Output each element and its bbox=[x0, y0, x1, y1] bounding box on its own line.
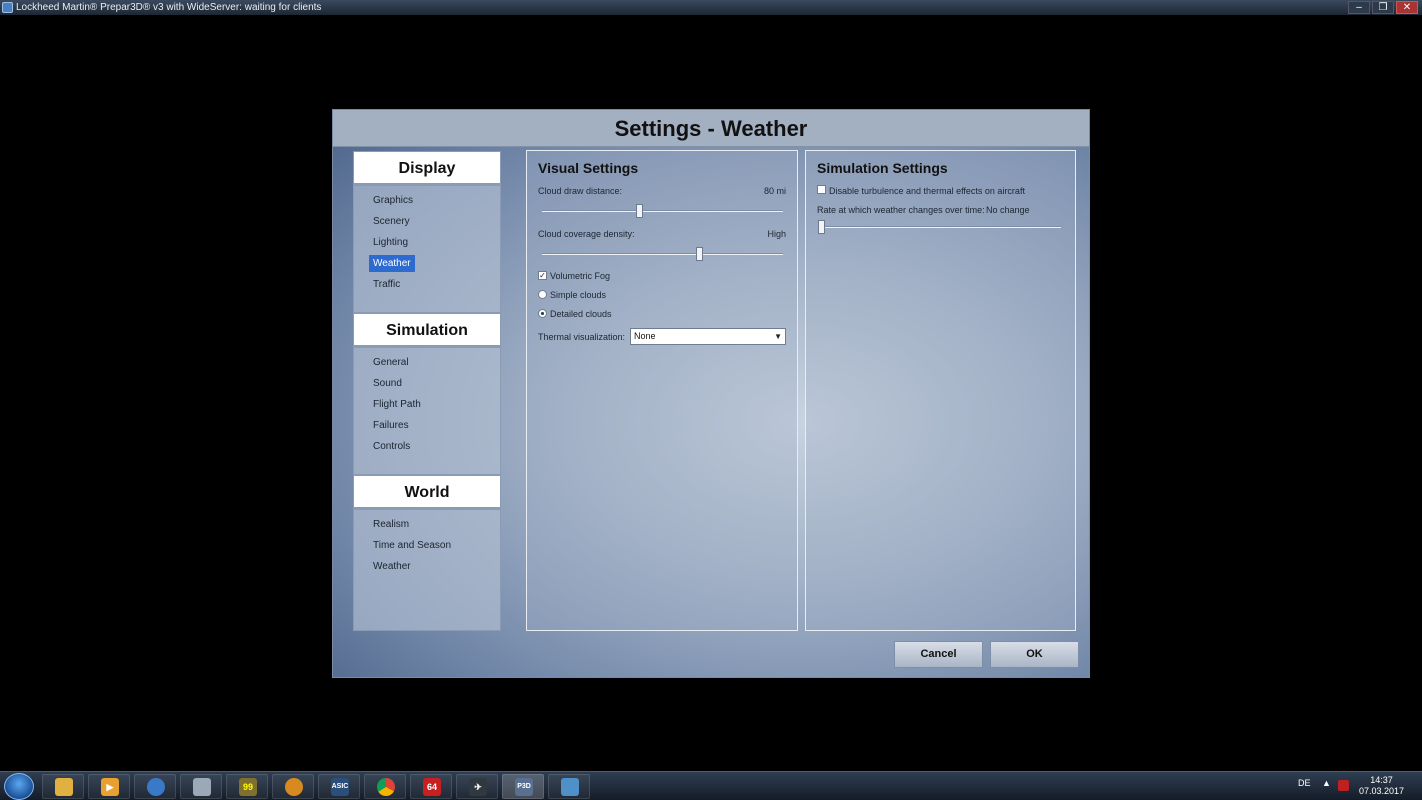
detailed-clouds-radio[interactable] bbox=[538, 309, 547, 318]
ok-button[interactable]: OK bbox=[990, 641, 1079, 668]
close-button[interactable]: ✕ bbox=[1396, 1, 1418, 14]
cloud-coverage-density-slider[interactable] bbox=[696, 247, 704, 261]
thermal-visualization-select[interactable]: None ▼ bbox=[630, 328, 786, 345]
simulation-settings-title: Simulation Settings bbox=[817, 160, 948, 176]
chrome-logo-icon bbox=[377, 778, 395, 796]
nav-section-display: Display Graphics Scenery Lighting Weathe… bbox=[353, 151, 501, 313]
propeller-icon bbox=[285, 778, 303, 796]
nav-header-display: Display bbox=[354, 152, 500, 186]
window-app-icon[interactable] bbox=[548, 774, 590, 799]
nav-item-failures[interactable]: Failures bbox=[369, 417, 413, 434]
app-64-icon[interactable]: 64 bbox=[410, 774, 452, 799]
cloud-coverage-density-value: High bbox=[767, 229, 786, 239]
simple-clouds-label[interactable]: Simple clouds bbox=[550, 290, 606, 300]
disable-turbulence-label[interactable]: Disable turbulence and thermal effects o… bbox=[829, 186, 1025, 196]
volumetric-fog-label[interactable]: Volumetric Fog bbox=[550, 271, 610, 281]
nav-item-controls[interactable]: Controls bbox=[369, 438, 414, 455]
visual-settings-title: Visual Settings bbox=[538, 160, 639, 176]
chrome-icon[interactable] bbox=[364, 774, 406, 799]
nav-section-simulation: Simulation General Sound Flight Path Fai… bbox=[353, 313, 501, 475]
asic-icon[interactable]: ASIC bbox=[318, 774, 360, 799]
weather-change-rate-slider[interactable] bbox=[818, 220, 825, 234]
settings-dialog: Settings - Weather Display Graphics Scen… bbox=[332, 109, 1090, 678]
visual-settings-panel: Visual Settings Cloud draw distance: 80 … bbox=[526, 150, 798, 631]
nav-header-simulation: Simulation bbox=[354, 314, 500, 348]
tray-expand-icon[interactable]: ▲ bbox=[1322, 778, 1331, 788]
p3d-icon[interactable]: P3D bbox=[502, 774, 544, 799]
aircraft-tool-icon[interactable] bbox=[272, 774, 314, 799]
thermal-visualization-label: Thermal visualization: bbox=[538, 332, 626, 342]
clock-time: 14:37 bbox=[1370, 775, 1393, 785]
calculator-icon[interactable] bbox=[180, 774, 222, 799]
cloud-draw-distance-label: Cloud draw distance: bbox=[538, 186, 623, 196]
nav-item-time-and-season[interactable]: Time and Season bbox=[369, 537, 455, 554]
simulation-settings-panel: Simulation Settings Disable turbulence a… bbox=[805, 150, 1076, 631]
nav-section-world: World Realism Time and Season Weather bbox=[353, 475, 501, 631]
nav-item-scenery[interactable]: Scenery bbox=[369, 213, 414, 230]
explorer-icon[interactable] bbox=[42, 774, 84, 799]
clock-date: 07.03.2017 bbox=[1358, 786, 1404, 796]
volumetric-fog-checkbox[interactable]: ✓ bbox=[538, 271, 547, 280]
cloud-coverage-density-track[interactable] bbox=[542, 253, 783, 255]
start-button[interactable] bbox=[4, 773, 34, 800]
clock[interactable]: 14:37 07.03.2017 bbox=[1359, 775, 1404, 797]
nav-item-realism[interactable]: Realism bbox=[369, 516, 413, 533]
nav-header-world: World bbox=[354, 476, 500, 510]
language-indicator[interactable]: DE bbox=[1298, 778, 1311, 788]
play-icon: ▶ bbox=[101, 778, 119, 796]
disable-turbulence-checkbox[interactable] bbox=[817, 185, 826, 194]
weather-change-rate-label: Rate at which weather changes over time: bbox=[817, 205, 985, 215]
p3d-glyph: P3D bbox=[515, 778, 533, 796]
asic-glyph: ASIC bbox=[331, 778, 349, 796]
cloud-draw-distance-track[interactable] bbox=[542, 210, 783, 212]
app-99-glyph: 99 bbox=[239, 778, 257, 796]
simple-clouds-radio[interactable] bbox=[538, 290, 547, 299]
network-icon[interactable] bbox=[134, 774, 176, 799]
nav-item-graphics[interactable]: Graphics bbox=[369, 192, 417, 209]
window-title: Lockheed Martin® Prepar3D® v3 with WideS… bbox=[16, 2, 322, 13]
prepar3d-app-icon bbox=[2, 2, 13, 13]
weather-change-rate-value: No change bbox=[986, 205, 1030, 215]
detailed-clouds-label[interactable]: Detailed clouds bbox=[550, 309, 612, 319]
minimize-button[interactable]: – bbox=[1348, 1, 1370, 14]
nav-item-weather[interactable]: Weather bbox=[369, 255, 415, 272]
globe-icon bbox=[147, 778, 165, 796]
nav-item-traffic[interactable]: Traffic bbox=[369, 276, 404, 293]
nav-item-flight-path[interactable]: Flight Path bbox=[369, 396, 425, 413]
cloud-draw-distance-slider[interactable] bbox=[635, 204, 643, 218]
nav-item-world-weather[interactable]: Weather bbox=[369, 558, 415, 575]
maximize-button[interactable]: ❐ bbox=[1372, 1, 1394, 14]
window-glyph-icon bbox=[561, 778, 579, 796]
dialog-header: Settings - Weather bbox=[333, 110, 1089, 147]
dropdown-arrow-icon: ▼ bbox=[774, 332, 782, 341]
app-64-glyph: 64 bbox=[423, 778, 441, 796]
nav-item-sound[interactable]: Sound bbox=[369, 375, 406, 392]
cloud-coverage-density-label: Cloud coverage density: bbox=[538, 229, 635, 239]
nav-item-lighting[interactable]: Lighting bbox=[369, 234, 412, 251]
airplane-icon: ✈ bbox=[469, 778, 487, 796]
fsuipc-icon[interactable]: ✈ bbox=[456, 774, 498, 799]
cloud-draw-distance-value: 80 mi bbox=[763, 186, 786, 196]
taskbar: ▶ 99 ASIC 64 ✈ P3D DE ▲ 14:37 07.03.2017 bbox=[0, 771, 1422, 800]
calculator-glyph-icon bbox=[193, 778, 211, 796]
cancel-button[interactable]: Cancel bbox=[894, 641, 983, 668]
app-99-icon[interactable]: 99 bbox=[226, 774, 268, 799]
folder-icon bbox=[55, 778, 73, 796]
dialog-title: Settings - Weather bbox=[614, 116, 808, 141]
antivirus-icon[interactable] bbox=[1338, 780, 1349, 791]
window-controls: – ❐ ✕ bbox=[1348, 1, 1418, 14]
media-player-icon[interactable]: ▶ bbox=[88, 774, 130, 799]
window-titlebar: Lockheed Martin® Prepar3D® v3 with WideS… bbox=[0, 0, 1422, 15]
nav-item-general[interactable]: General bbox=[369, 354, 413, 371]
thermal-visualization-value: None bbox=[634, 331, 656, 341]
weather-change-rate-track[interactable] bbox=[821, 226, 1061, 228]
